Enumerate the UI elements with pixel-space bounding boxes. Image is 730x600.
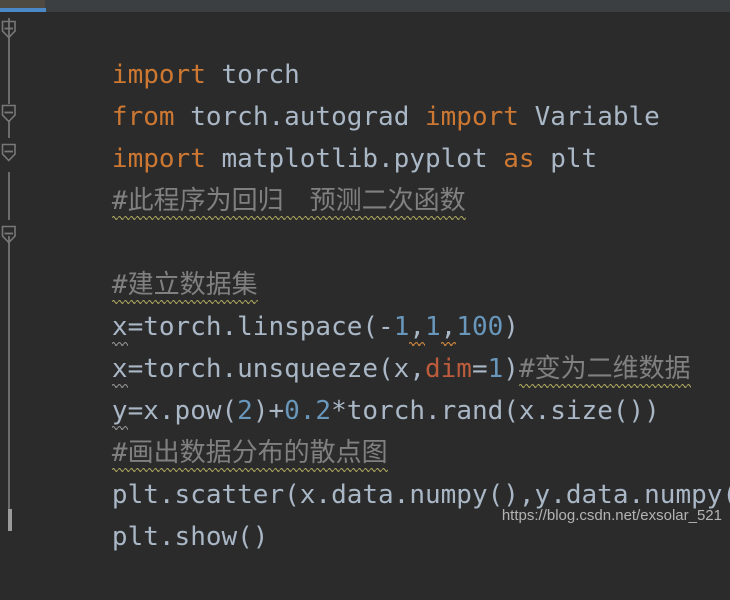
code-line[interactable]: x=torch.linspace(-1,1,100): [18, 264, 519, 346]
code-line[interactable]: plt.show(): [18, 474, 269, 552]
fold-marker-dataset-block[interactable]: [1, 225, 17, 244]
code-block-rail: [8, 236, 10, 511]
code-block-rail: [8, 172, 10, 220]
fold-marker-comment-block[interactable]: [1, 143, 17, 162]
fold-marker-import-matplotlib[interactable]: [1, 104, 17, 123]
code-line[interactable]: #此程序为回归 预测二次函数: [18, 138, 466, 220]
editor-caret: [8, 509, 12, 531]
token-identifier: plt: [534, 144, 598, 174]
code-line[interactable]: #画出数据分布的散点图: [18, 390, 388, 472]
code-line[interactable]: from torch.autograd import Variable: [18, 54, 660, 132]
token-comment: #此程序为回归 预测二次函数: [111, 180, 466, 222]
code-line[interactable]: #建立数据集: [18, 222, 258, 304]
token-keyword: as: [503, 144, 535, 174]
code-line[interactable]: import matplotlib.pyplot as plt: [18, 96, 597, 174]
code-line-blank[interactable]: [18, 180, 112, 222]
code-line[interactable]: y=x.pow(2)+0.2*torch.rand(x.size()): [18, 348, 660, 430]
token-identifier: plt.show(): [111, 522, 269, 552]
editor-gutter[interactable]: [0, 12, 18, 531]
fold-marker-import-block[interactable]: [1, 20, 17, 39]
watermark-url: https://blog.csdn.net/exsolar_521: [501, 507, 722, 524]
code-line[interactable]: x=torch.unsqueeze(x,dim=1)#变为二维数据: [18, 306, 691, 388]
code-text-area[interactable]: import torch from torch.autograd import …: [18, 12, 730, 552]
code-line[interactable]: plt.scatter(x.data.numpy(),y.data.numpy(…: [18, 432, 730, 510]
code-line[interactable]: import torch: [18, 12, 300, 90]
code-block-rail: [8, 62, 10, 104]
code-editor[interactable]: import torch from torch.autograd import …: [0, 12, 730, 552]
editor-tab-bar: [0, 0, 730, 12]
active-editor-tab[interactable]: [0, 0, 45, 8]
